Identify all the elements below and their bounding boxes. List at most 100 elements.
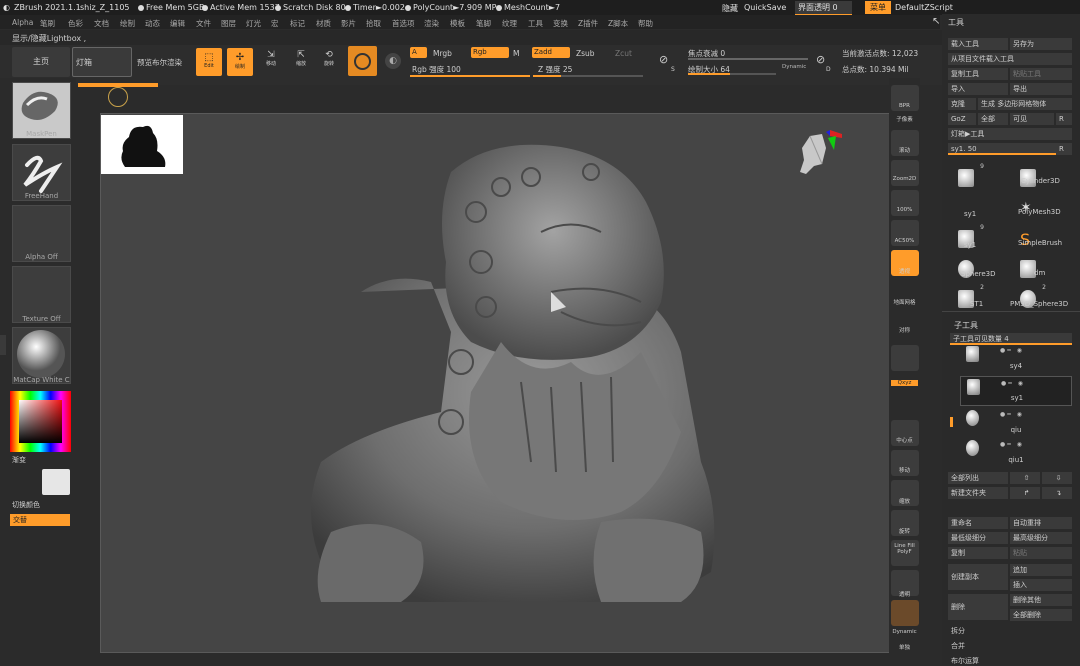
clone-button[interactable]: 克隆 [948,98,976,110]
menu-item[interactable]: 首选项 [392,18,415,29]
highest-subdiv-button[interactable]: 最高级细分 [1010,532,1072,544]
menu-item[interactable]: 文档 [94,18,109,29]
menu-item[interactable]: 标记 [290,18,305,29]
delete-all-button[interactable]: 全部删除 [1010,609,1072,621]
subtool-row[interactable]: ●━ ◉ qiu1 [960,438,1072,468]
menu-item[interactable]: 模板 [450,18,465,29]
color-square[interactable] [19,400,62,443]
subtool-visibility-toggles[interactable]: ●━ ◉ [1000,411,1024,418]
menu-item[interactable]: 工具 [528,18,543,29]
left-collapse-handle[interactable] [0,335,6,355]
lightbox-toggle[interactable]: 显示/隐藏Lightbox , [12,33,86,44]
zadd-button[interactable]: Zadd [532,47,570,58]
load-tool-button[interactable]: 载入工具 [948,38,1008,50]
quicksave-button[interactable]: QuickSave [744,3,786,12]
move-down-button[interactable]: ⇩ [1042,472,1072,484]
draw-button[interactable]: ✢ 绘制 [227,48,253,76]
subtool-visibility-toggles[interactable]: ●━ ◉ [1000,441,1024,448]
menu-item[interactable]: 渲染 [424,18,439,29]
stroke-s-icon[interactable]: ⊘ [659,53,668,66]
home-button[interactable]: 主页 [12,47,70,77]
lion-sculpt-model[interactable] [301,132,721,612]
tool-thumbnail[interactable]: 2 [1012,284,1046,314]
z-strength-slider[interactable]: Z 强度 25 [538,64,572,75]
scale-button[interactable]: ⇱ 缩放 [292,50,310,67]
menu-item[interactable]: 变换 [553,18,568,29]
export-button[interactable]: 导出 [1010,83,1072,95]
arrow-right-icon[interactable]: ↱ [1010,487,1040,499]
split-button[interactable]: 拆分 [951,626,965,636]
lowest-subdiv-button[interactable]: 最低级细分 [948,532,1008,544]
dynamic-toggle[interactable]: Dynamic [782,64,806,70]
focal-shift-track[interactable] [688,58,808,60]
delete-other-button[interactable]: 删除其他 [1010,594,1072,606]
rgb-strength-slider[interactable]: Rgb 强度 100 [412,64,461,75]
material-swatch[interactable] [348,46,377,76]
rename-button[interactable]: 重命名 [948,517,1008,529]
secondary-color-swatch[interactable] [42,469,70,495]
import-button[interactable]: 导入 [948,83,1008,95]
switch-color-button[interactable]: 切换颜色 [12,500,40,510]
subtool-row[interactable]: ●━ ◉ qiu [960,408,1072,438]
paste-button[interactable]: 粘贴 [1010,547,1072,559]
lightbox-button[interactable]: 灯箱 [72,47,132,77]
auto-reorder-button[interactable]: 自动重排 [1010,517,1072,529]
move-button[interactable]: ⇲ 移动 [262,50,280,67]
m-button[interactable]: M [513,49,519,58]
merge-button[interactable]: 合并 [951,641,965,651]
delete-button[interactable]: 删除 [948,594,1008,620]
color-picker[interactable] [10,391,71,452]
menu-item[interactable]: 纹理 [502,18,517,29]
menu-item[interactable]: Alpha [12,18,33,27]
arrow-down-icon[interactable]: ↴ [1042,487,1072,499]
duplicate-button[interactable]: 复制 [948,547,1008,559]
subtool-visibility-toggles[interactable]: ●━ ◉ [1000,347,1024,354]
insert-button[interactable]: 插入 [1010,579,1072,591]
menu-item[interactable]: 宏 [271,18,279,29]
move-up-button[interactable]: ⇧ [1010,472,1040,484]
menu-item[interactable]: Z插件 [578,18,598,29]
menu-item[interactable]: 影片 [341,18,356,29]
menu-item[interactable]: Z脚本 [608,18,628,29]
rotate-button[interactable]: ⟲ 旋转 [320,50,338,67]
mrgb-button[interactable]: Mrgb [433,49,452,58]
preview-boolean-render[interactable]: 预览布尔渲染 [137,57,182,68]
load-from-project-button[interactable]: 从项目文件载入工具 [948,53,1072,65]
rgb-button[interactable]: Rgb [471,47,509,58]
tool-thumbnail[interactable]: 2 [950,284,984,314]
tool-thumbnail[interactable]: 9 [950,163,984,193]
ui-transparency-slider[interactable]: 界面透明 0 [795,1,852,15]
subtool-row[interactable]: ●━ ◉ sy4 [960,344,1072,374]
menu-item[interactable]: 拾取 [366,18,381,29]
visible-button[interactable]: 可见 [1010,113,1054,125]
append-button[interactable]: 追加 [1010,564,1072,576]
subtool-scroll-indicator[interactable] [950,417,953,427]
menu-item[interactable]: 帮助 [638,18,653,29]
save-as-button[interactable]: 另存为 [1010,38,1072,50]
menu-item[interactable]: 灯光 [246,18,261,29]
create-copy-button[interactable]: 创建副本 [948,564,1008,590]
tool-thumbnail[interactable]: 9 [950,224,984,254]
subtool-visibility-toggles[interactable]: ●━ ◉ [1001,380,1025,387]
menu-item[interactable]: 动态 [145,18,160,29]
menu-item[interactable]: 绘制 [120,18,135,29]
copy-tool-button[interactable]: 复制工具 [948,68,1008,80]
zsub-button[interactable]: Zsub [576,49,595,58]
draw-size-track[interactable] [688,73,776,75]
right-shelf-button[interactable] [891,600,919,626]
stroke-d-icon[interactable]: ⊘ [816,53,825,66]
make-polymesh-button[interactable]: 生成 多边形网格物体 [978,98,1072,110]
a-button[interactable]: A [410,47,427,58]
subtool-row[interactable]: ●━ ◉ sy1 [960,376,1072,406]
default-zscript-button[interactable]: DefaultZScript [895,3,953,12]
menu-item[interactable]: 编辑 [170,18,185,29]
alternate-button[interactable]: 交替 [10,514,70,526]
gradient-label[interactable]: 渐变 [12,455,26,465]
hide-button[interactable]: 隐藏 [722,3,738,14]
menu-item[interactable]: 材质 [316,18,331,29]
new-folder-button[interactable]: 新建文件夹 [948,487,1008,499]
all-button[interactable]: 全部 [978,113,1008,125]
r-button[interactable]: R [1056,113,1072,125]
navigation-cube-icon[interactable] [796,126,844,196]
tool-thumbnail[interactable] [950,254,980,284]
